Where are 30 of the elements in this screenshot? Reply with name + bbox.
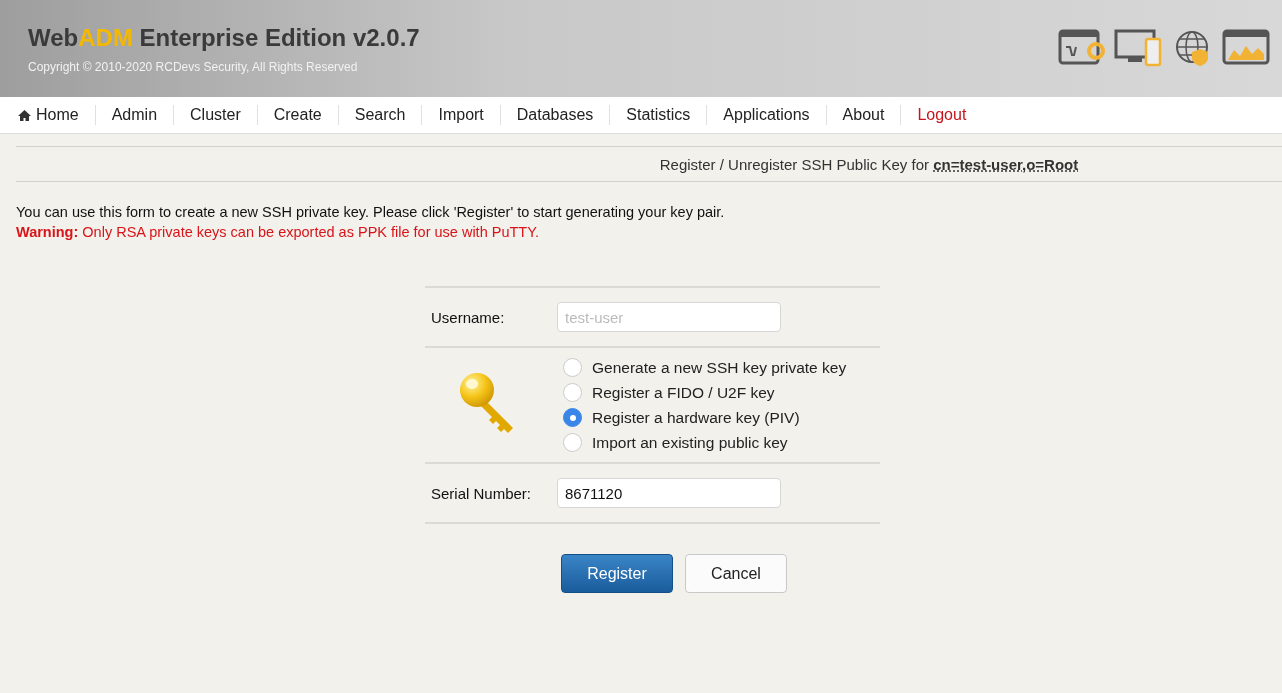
nav-link[interactable]: Search [338, 106, 422, 124]
cancel-button[interactable]: Cancel [685, 554, 787, 593]
serial-number-field[interactable]: 8671120 [557, 478, 781, 508]
copyright-text: Copyright © 2010-2020 RCDevs Security, All Rights Reserved [28, 59, 359, 74]
nav-link[interactable]: Applications [707, 106, 826, 124]
radio-button[interactable] [563, 358, 582, 377]
serial-number-label: Serial Number: [431, 484, 533, 502]
radio-button[interactable] [563, 433, 582, 452]
nav-link[interactable]: Cluster [174, 106, 257, 124]
username-label: Username: [431, 308, 506, 326]
intro-text: You can use this form to create a new SSH private key. Please click 'Register' to start generating your key pair. [16, 204, 726, 220]
nav-link[interactable]: About [826, 106, 901, 124]
page-title: Register / Unregister SSH Public Key for cn=test-user,o=Root [659, 155, 1079, 173]
register-button[interactable]: Register [561, 554, 673, 593]
radio-button[interactable] [563, 383, 582, 402]
home-icon [18, 109, 31, 121]
radio-option[interactable]: Generate a new SSH key private key [563, 358, 847, 377]
nav-link[interactable]: Home [18, 106, 95, 124]
app-title: WebADM Enterprise Edition v2.0.7 [28, 23, 420, 52]
radio-option[interactable]: Import an existing public key [563, 433, 847, 452]
radio-button[interactable] [563, 408, 582, 427]
radio-option[interactable]: Register a hardware key (PIV) [563, 408, 847, 427]
nav-link[interactable]: Create [257, 106, 338, 124]
nav-link[interactable]: Databases [500, 106, 610, 124]
nav-link[interactable]: Statistics [610, 106, 707, 124]
warning-text: Warning: Only RSA private keys can be exported as PPK file for use with PuTTY. [16, 224, 541, 240]
nav-link[interactable]: Admin [95, 106, 174, 124]
radio-option[interactable]: Register a FIDO / U2F key [563, 383, 847, 402]
nav-link[interactable]: Import [422, 106, 500, 124]
nav-link[interactable]: Logout [901, 106, 983, 124]
